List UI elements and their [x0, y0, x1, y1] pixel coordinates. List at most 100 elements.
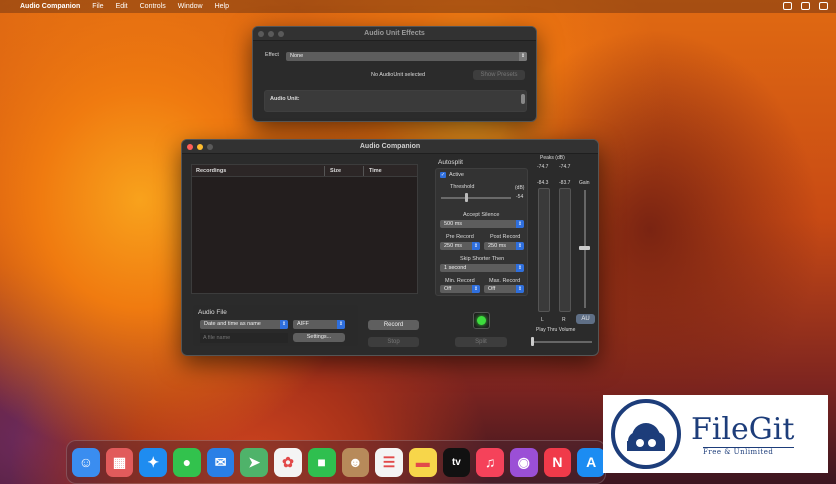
window-controls	[258, 31, 284, 37]
chevron-updown-icon: ⇕	[519, 52, 527, 61]
minimize-icon[interactable]	[268, 31, 274, 37]
menu-window[interactable]: Window	[178, 3, 203, 10]
active-checkbox[interactable]: ✓	[440, 172, 446, 178]
recordings-table[interactable]: Recordings Size Time	[191, 164, 418, 294]
menu-app-name[interactable]: Audio Companion	[20, 3, 80, 10]
battery-icon[interactable]	[819, 2, 828, 10]
min-record-label: Min. Record	[445, 278, 475, 284]
column-recordings[interactable]: Recordings	[196, 168, 226, 174]
status-icons	[783, 2, 828, 10]
play-thru-slider-track[interactable]	[532, 341, 592, 343]
column-divider	[324, 166, 325, 176]
left-level-meter	[538, 188, 550, 312]
chevron-updown-icon: ⇕	[337, 320, 345, 329]
effect-popup[interactable]: None ⇕	[286, 52, 527, 61]
level-left-value: -84.3	[537, 180, 549, 186]
menu-file[interactable]: File	[92, 3, 103, 10]
main-titlebar: Audio Companion	[182, 140, 598, 154]
music-icon[interactable]: ♫	[476, 447, 504, 477]
autosplit-panel: ✓ Active Threshold (dB) -54 Accept Silen…	[435, 168, 528, 296]
pre-record-popup[interactable]: 250 ms ⇕	[440, 242, 480, 250]
accept-silence-label: Accept Silence	[463, 212, 500, 218]
effects-window: Audio Unit Effects Effect None ⇕ No Audi…	[252, 26, 537, 122]
record-button[interactable]: Record	[368, 320, 419, 330]
column-time[interactable]: Time	[369, 168, 382, 174]
active-label: Active	[449, 172, 464, 178]
right-level-meter	[559, 188, 571, 312]
min-record-popup[interactable]: Off ⇕	[440, 285, 480, 293]
audio-file-group: Audio File Date and time as name ⇕ AIFF …	[193, 305, 358, 346]
close-icon[interactable]	[187, 144, 193, 150]
news-icon[interactable]: N	[543, 447, 572, 477]
podcasts-icon[interactable]: ◉	[509, 447, 538, 477]
messages-icon[interactable]: ●	[173, 447, 201, 477]
facetime-icon[interactable]: ■	[307, 447, 336, 477]
display-icon[interactable]	[783, 2, 792, 10]
chevron-updown-icon: ⇕	[516, 242, 524, 250]
filegit-watermark: FileGit Free & Unlimited	[603, 395, 828, 473]
notes-icon[interactable]: ▬	[408, 447, 437, 477]
format-popup[interactable]: AIFF ⇕	[293, 320, 345, 329]
effect-popup-value: None	[290, 53, 304, 59]
close-icon[interactable]	[258, 31, 264, 37]
chevron-updown-icon: ⇕	[516, 220, 524, 228]
post-record-popup[interactable]: 250 ms ⇕	[484, 242, 524, 250]
zoom-icon[interactable]	[207, 144, 213, 150]
filegit-logo-icon	[611, 399, 681, 469]
zoom-icon[interactable]	[278, 31, 284, 37]
accept-silence-popup[interactable]: 500 ms ⇕	[440, 220, 524, 228]
gain-slider-knob[interactable]	[579, 246, 590, 250]
main-window-title: Audio Companion	[359, 143, 421, 150]
panel-scrollbar[interactable]	[521, 94, 525, 104]
menu-bar: Audio Companion File Edit Controls Windo…	[0, 0, 836, 13]
threshold-label: Threshold	[450, 184, 475, 190]
play-thru-slider-knob[interactable]	[531, 337, 534, 346]
threshold-slider-knob[interactable]	[465, 193, 468, 202]
threshold-slider-track[interactable]	[441, 197, 511, 199]
minimize-icon[interactable]	[197, 144, 203, 150]
naming-popup[interactable]: Date and time as name ⇕	[200, 320, 288, 329]
split-button[interactable]: Split	[455, 337, 507, 347]
reminders-icon[interactable]: ☰	[375, 447, 403, 477]
threshold-value: -54	[516, 194, 524, 200]
main-window: Audio Companion Recordings Size Time Aud…	[181, 139, 599, 356]
au-button[interactable]: AU	[576, 314, 595, 324]
file-name-field[interactable]	[200, 333, 288, 343]
safari-icon[interactable]: ✦	[139, 447, 168, 477]
tv-icon[interactable]: tv	[442, 447, 471, 477]
stop-button[interactable]: Stop	[368, 337, 419, 347]
mail-icon[interactable]: ✉	[206, 447, 235, 477]
post-record-value: 250 ms	[488, 243, 507, 249]
chevron-updown-icon: ⇕	[280, 320, 288, 329]
audio-unit-label: Audio Unit:	[270, 96, 300, 102]
chevron-updown-icon: ⇕	[516, 285, 524, 293]
column-size[interactable]: Size	[330, 168, 341, 174]
photos-icon[interactable]: ✿	[274, 447, 302, 477]
menu-help[interactable]: Help	[215, 3, 229, 10]
level-right-value: -83.7	[559, 180, 571, 186]
left-channel-label: L	[541, 317, 544, 323]
window-controls	[187, 144, 213, 150]
show-presets-button[interactable]: Show Presets	[473, 70, 525, 80]
max-record-label: Max. Record	[489, 278, 521, 284]
peak-right-value: -74.7	[559, 164, 571, 170]
chevron-updown-icon: ⇕	[472, 242, 480, 250]
settings-button[interactable]: Settings...	[293, 333, 345, 342]
autosplit-indicator	[473, 312, 490, 329]
maps-icon[interactable]: ➤	[240, 447, 269, 477]
control-center-icon[interactable]	[801, 2, 810, 10]
launchpad-icon[interactable]: ▦	[105, 447, 134, 477]
skip-shorter-popup[interactable]: 1 second ⇕	[440, 264, 524, 272]
menu-controls[interactable]: Controls	[140, 3, 166, 10]
threshold-unit: (dB)	[515, 185, 525, 191]
watermark-tagline: Free & Unlimited	[703, 446, 795, 456]
finder-icon[interactable]: ☺	[72, 447, 100, 477]
contacts-icon[interactable]: ☻	[341, 447, 370, 477]
max-record-popup[interactable]: Off ⇕	[484, 285, 524, 293]
app-store-icon[interactable]: A	[577, 447, 605, 477]
audio-file-label: Audio File	[198, 309, 227, 316]
max-record-value: Off	[488, 286, 496, 292]
menu-edit[interactable]: Edit	[116, 3, 128, 10]
peaks-label: Peaks (dB)	[540, 155, 565, 161]
naming-popup-value: Date and time as name	[204, 321, 261, 327]
